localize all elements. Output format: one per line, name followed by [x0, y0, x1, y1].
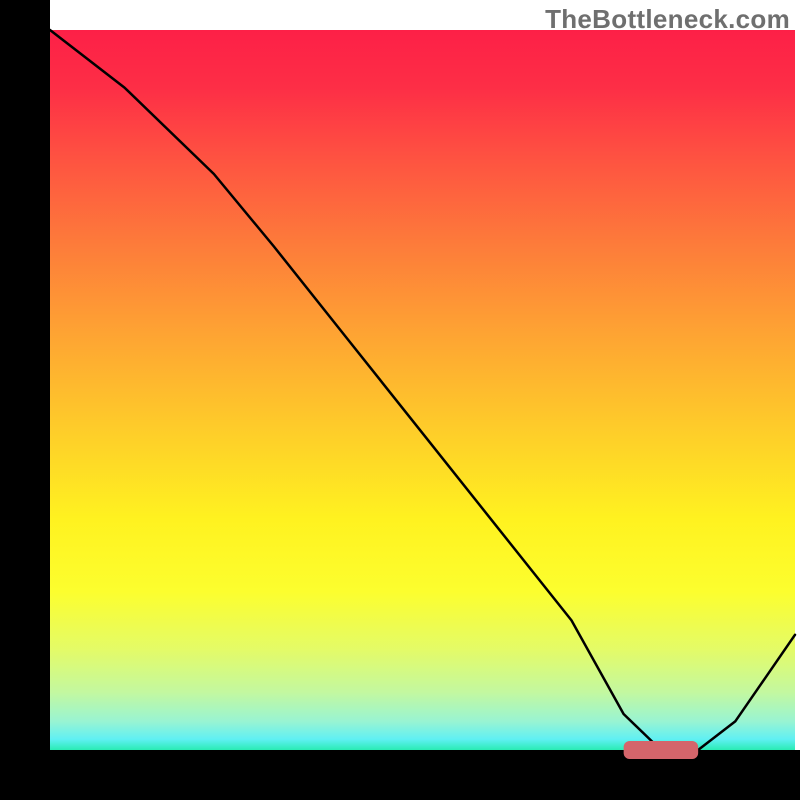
chart-container: [0, 0, 800, 800]
bottleneck-chart: [0, 0, 800, 800]
page-root: TheBottleneck.com: [0, 0, 800, 800]
plot-background-gradient: [50, 30, 795, 750]
y-axis: [0, 0, 50, 800]
baseline-marker: [624, 741, 699, 759]
